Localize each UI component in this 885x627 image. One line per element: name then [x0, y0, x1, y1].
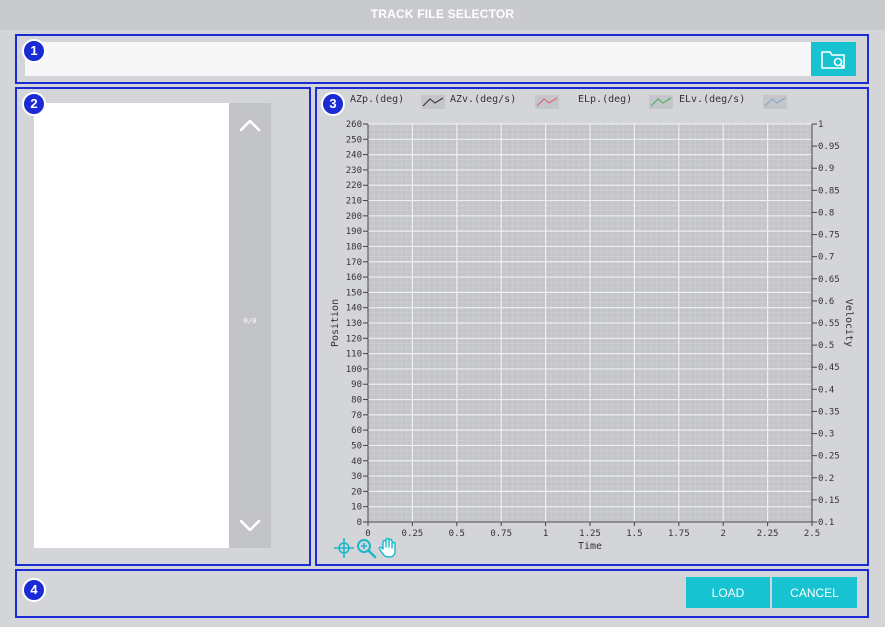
- x-tick-label: 1.75: [668, 529, 690, 539]
- x-tick-label: 0.25: [402, 529, 424, 539]
- x-tick-label: 2.25: [757, 529, 779, 539]
- y-tick-label: 90: [351, 380, 362, 390]
- y2-tick-label: 0.35: [818, 407, 840, 417]
- y2-tick-label: 0.8: [818, 208, 834, 218]
- y-axis-label: Position: [330, 299, 341, 347]
- folder-search-icon: [820, 51, 845, 69]
- legend-label-azp: AZp.(deg): [350, 94, 405, 105]
- legend-swatch-azv[interactable]: [535, 95, 559, 109]
- y-tick-label: 60: [351, 426, 362, 436]
- file-path-input[interactable]: [25, 42, 811, 76]
- y-tick-label: 130: [346, 319, 362, 329]
- y-tick-label: 40: [351, 457, 362, 467]
- browse-button[interactable]: [811, 42, 856, 76]
- y2-tick-label: 0.6: [818, 297, 834, 307]
- y-tick-label: 250: [346, 135, 362, 145]
- chevron-up-icon: [239, 119, 261, 132]
- y-tick-label: 50: [351, 441, 362, 451]
- y2-tick-label: 0.9: [818, 164, 834, 174]
- y2-tick-label: 0.95: [818, 142, 840, 152]
- y-tick-label: 70: [351, 411, 362, 421]
- x-tick-label: 1.5: [626, 529, 642, 539]
- y-tick-label: 30: [351, 472, 362, 482]
- position-velocity-chart[interactable]: 0 10 20 30 40 50 60 70 80 90 100 110 120 130 140 150 160…: [320, 110, 860, 555]
- y2-tick-label: 0.65: [818, 275, 840, 285]
- x-tick-label: 0.75: [490, 529, 512, 539]
- y2-tick-label: 0.85: [818, 186, 840, 196]
- legend-label-azv: AZv.(deg/s): [450, 94, 517, 105]
- y-tick-label: 80: [351, 396, 362, 406]
- y-tick-label: 180: [346, 242, 362, 252]
- y2-tick-label: 0.75: [818, 231, 840, 241]
- y2-tick-label: 0.4: [818, 385, 834, 395]
- y-tick-label: 140: [346, 304, 362, 314]
- y-tick-label: 240: [346, 151, 362, 161]
- legend-label-elv: ELv.(deg/s): [679, 94, 746, 105]
- y2-tick-label: 0.5: [818, 341, 834, 351]
- legend-swatch-elv[interactable]: [763, 95, 787, 109]
- y-tick-label: 160: [346, 273, 362, 283]
- y-tick-label: 10: [351, 503, 362, 513]
- y2-tick-label: 0.2: [818, 474, 834, 484]
- x-tick-label: 2.5: [804, 529, 820, 539]
- window-title: TRACK FILE SELECTOR: [370, 7, 515, 21]
- cancel-button[interactable]: CANCEL: [772, 577, 857, 608]
- crosshair-icon[interactable]: [333, 537, 355, 559]
- file-list[interactable]: [34, 103, 229, 548]
- x-tick-label: 2: [720, 529, 725, 539]
- y-tick-label: 220: [346, 181, 362, 191]
- file-list-scroller: 0/0: [229, 103, 271, 548]
- x-axis-label: Time: [578, 541, 602, 552]
- y-tick-label: 110: [346, 350, 362, 360]
- y-tick-label: 190: [346, 227, 362, 237]
- y-tick-label: 200: [346, 212, 362, 222]
- legend-swatch-azp[interactable]: [421, 95, 445, 109]
- y-tick-label: 0: [357, 518, 362, 528]
- y2-tick-label: 1: [818, 120, 823, 130]
- scroll-up-button[interactable]: [229, 105, 271, 145]
- panel-badge-1: 1: [22, 39, 46, 63]
- load-button[interactable]: LOAD: [686, 577, 770, 608]
- zoom-icon[interactable]: [355, 537, 377, 559]
- y-tick-label: 210: [346, 197, 362, 207]
- y2-tick-label: 0.25: [818, 452, 840, 462]
- y2-tick-label: 0.45: [818, 363, 840, 373]
- y-tick-label: 260: [346, 120, 362, 130]
- y-tick-label: 150: [346, 288, 362, 298]
- x-tick-label: 0.5: [449, 529, 465, 539]
- y2-axis-label: Velocity: [843, 299, 854, 347]
- y-tick-label: 230: [346, 166, 362, 176]
- panel-badge-3: 3: [321, 92, 345, 116]
- panel-badge-2: 2: [22, 92, 46, 116]
- page-count: 0/0: [243, 317, 257, 325]
- chevron-down-icon: [239, 519, 261, 532]
- y-tick-label: 120: [346, 334, 362, 344]
- x-tick-label: 1.25: [579, 529, 601, 539]
- panel-badge-4: 4: [22, 578, 46, 602]
- y2-tick-label: 0.1: [818, 518, 834, 528]
- legend-label-elp: ELp.(deg): [578, 94, 633, 105]
- y2-tick-label: 0.3: [818, 430, 834, 440]
- x-tick-label: 1: [543, 529, 548, 539]
- y2-tick-label: 0.7: [818, 253, 834, 263]
- scroll-down-button[interactable]: [229, 506, 271, 546]
- y2-tick-label: 0.55: [818, 319, 840, 329]
- y-tick-label: 170: [346, 258, 362, 268]
- y-tick-label: 100: [346, 365, 362, 375]
- pan-hand-icon[interactable]: [377, 537, 399, 559]
- legend-swatch-elp[interactable]: [649, 95, 673, 109]
- y-tick-label: 20: [351, 487, 362, 497]
- y2-tick-label: 0.15: [818, 496, 840, 506]
